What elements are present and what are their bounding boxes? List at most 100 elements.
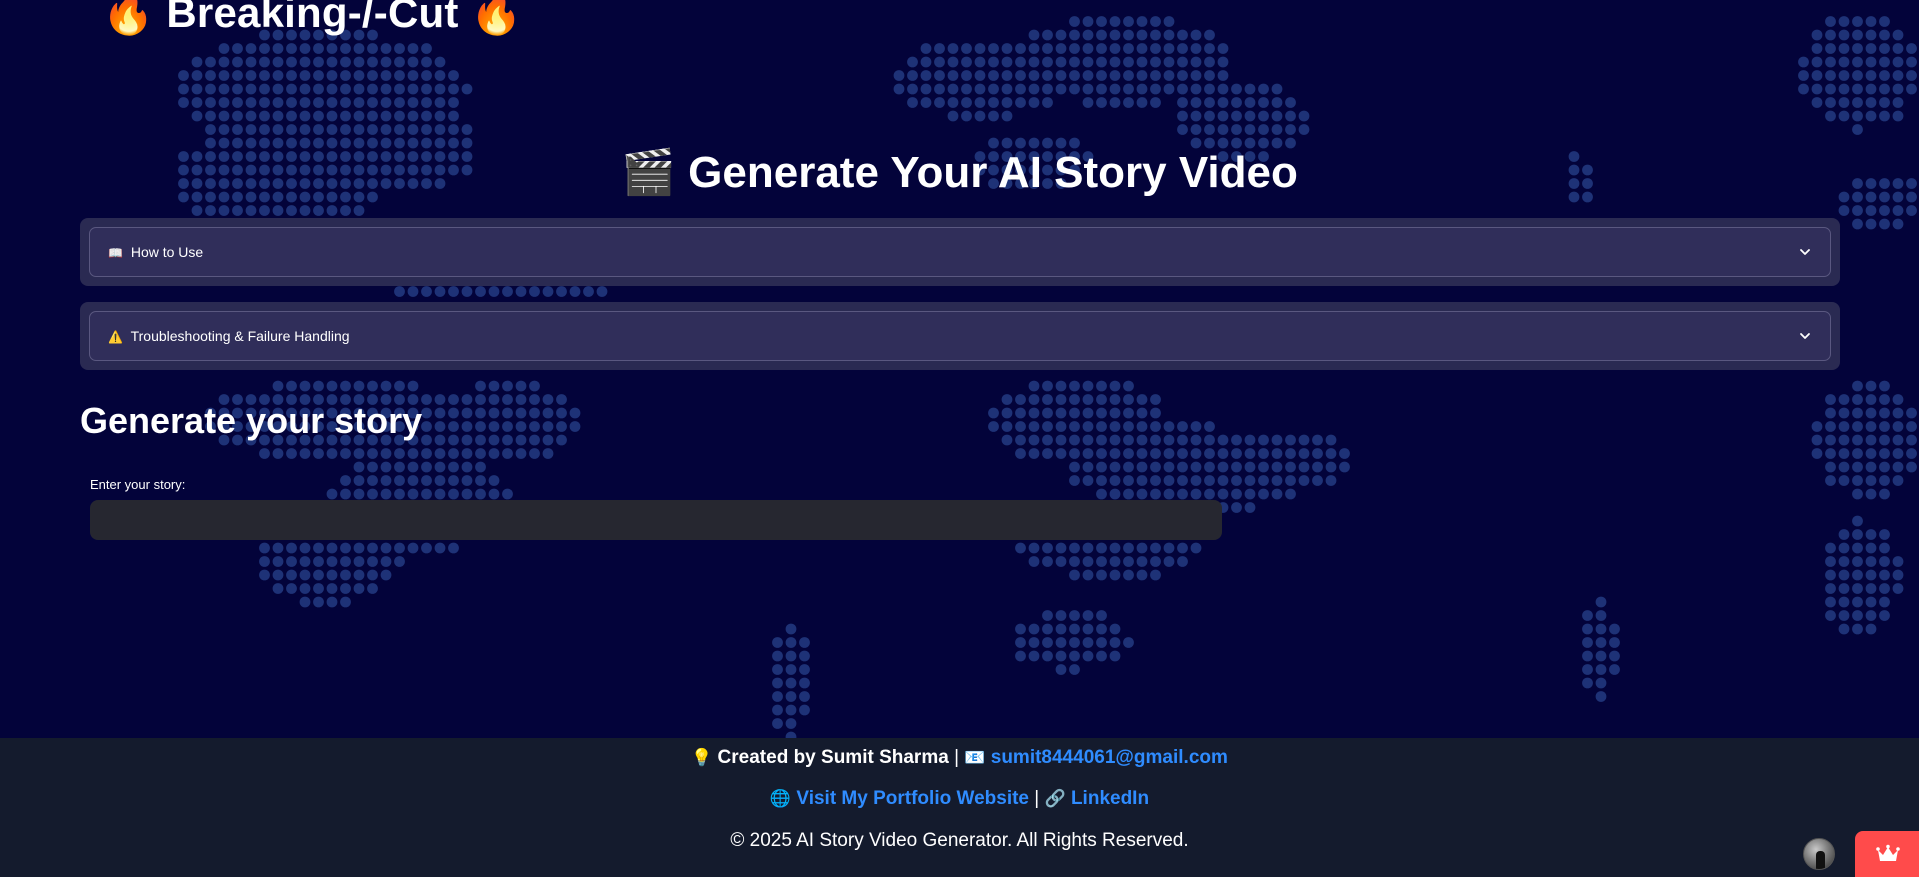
map-dot (1879, 83, 1890, 95)
map-dot (1825, 16, 1836, 27)
warning-icon: ⚠️ (108, 330, 123, 344)
map-dot (245, 83, 257, 95)
map-dot (353, 380, 365, 392)
map-dot (1879, 56, 1890, 68)
created-by-text: Created by Sumit Sharma (717, 747, 949, 768)
map-dot (272, 448, 284, 459)
map-dot (1028, 434, 1040, 446)
map-dot (299, 569, 311, 581)
map-dot (340, 110, 351, 122)
map-dot (1096, 623, 1107, 635)
map-dot (380, 569, 392, 581)
map-dot (569, 407, 581, 419)
map-dot (1865, 380, 1877, 392)
map-dot (1082, 56, 1094, 68)
map-dot (1865, 205, 1877, 216)
map-dot (1852, 623, 1863, 635)
map-dot (340, 488, 351, 500)
map-dot (394, 124, 405, 135)
map-dot (1096, 43, 1107, 54)
map-dot (380, 97, 392, 108)
map-dot (340, 583, 351, 594)
map-dot (1582, 623, 1593, 635)
map-dot (1852, 83, 1863, 95)
map-dot (1811, 56, 1823, 68)
map-dot (1123, 556, 1134, 567)
map-dot (502, 407, 513, 419)
map-dot (367, 56, 378, 68)
map-dot (1042, 623, 1053, 635)
chevron-down-icon[interactable] (1798, 329, 1812, 343)
map-dot (1258, 475, 1269, 486)
map-dot (1163, 83, 1175, 95)
map-dot (434, 461, 446, 473)
map-dot (259, 556, 270, 567)
portfolio-link[interactable]: Visit My Portfolio Website (796, 788, 1029, 809)
email-link[interactable]: sumit8444061@gmail.com (991, 747, 1228, 768)
map-dot (1906, 83, 1917, 95)
streamlit-badge-button[interactable] (1855, 831, 1919, 877)
map-dot (1811, 421, 1823, 432)
map-dot (1258, 448, 1269, 459)
map-dot (353, 124, 365, 135)
map-dot (326, 56, 338, 68)
map-dot (407, 286, 419, 297)
map-dot (326, 448, 338, 459)
troubleshooting-expander[interactable]: ⚠️ Troubleshooting & Failure Handling (89, 311, 1831, 361)
map-dot (1042, 448, 1053, 459)
map-dot (367, 556, 378, 567)
map-dot (1865, 542, 1877, 554)
how-to-use-expander[interactable]: 📖 How to Use (89, 227, 1831, 277)
map-dot (1109, 650, 1121, 662)
map-dot (313, 124, 324, 135)
map-dot (1231, 97, 1242, 108)
map-dot (1825, 556, 1836, 567)
map-dot (1271, 110, 1283, 122)
map-dot (191, 110, 203, 122)
map-dot (1204, 421, 1215, 432)
map-dot (1150, 29, 1161, 41)
map-dot (407, 542, 419, 554)
map-dot (1825, 542, 1836, 554)
map-dot (1096, 380, 1107, 392)
map-dot (1825, 448, 1836, 459)
map-dot (380, 43, 392, 54)
map-dot (1082, 43, 1094, 54)
map-dot (1136, 448, 1148, 459)
map-dot (1150, 16, 1161, 27)
map-dot (394, 488, 405, 500)
avatar[interactable] (1803, 838, 1835, 870)
map-dot (1096, 29, 1107, 41)
map-dot (1190, 29, 1202, 41)
chevron-down-icon[interactable] (1798, 245, 1812, 259)
map-dot (421, 124, 432, 135)
map-dot (434, 475, 446, 486)
map-dot (556, 421, 567, 432)
map-dot (934, 83, 945, 95)
map-dot (1109, 56, 1121, 68)
map-dot (1015, 83, 1026, 95)
map-dot (299, 124, 311, 135)
map-dot (1136, 394, 1148, 405)
map-dot (272, 110, 284, 122)
map-dot (367, 380, 378, 392)
linkedin-link[interactable]: LinkedIn (1071, 788, 1149, 809)
map-dot (988, 407, 999, 419)
map-dot (1204, 448, 1215, 459)
map-dot (1865, 394, 1877, 405)
map-dot (1852, 475, 1863, 486)
map-dot (569, 286, 581, 297)
map-dot (1811, 83, 1823, 95)
map-dot (367, 569, 378, 581)
story-input[interactable] (90, 500, 1222, 540)
map-dot (1892, 43, 1904, 54)
map-dot (272, 556, 284, 567)
map-dot (1271, 448, 1283, 459)
map-dot (1852, 434, 1863, 446)
map-dot (353, 488, 365, 500)
map-dot (1163, 475, 1175, 486)
map-dot (299, 542, 311, 554)
map-dot (1123, 569, 1134, 581)
map-dot (1609, 623, 1620, 635)
map-dot (461, 124, 473, 135)
